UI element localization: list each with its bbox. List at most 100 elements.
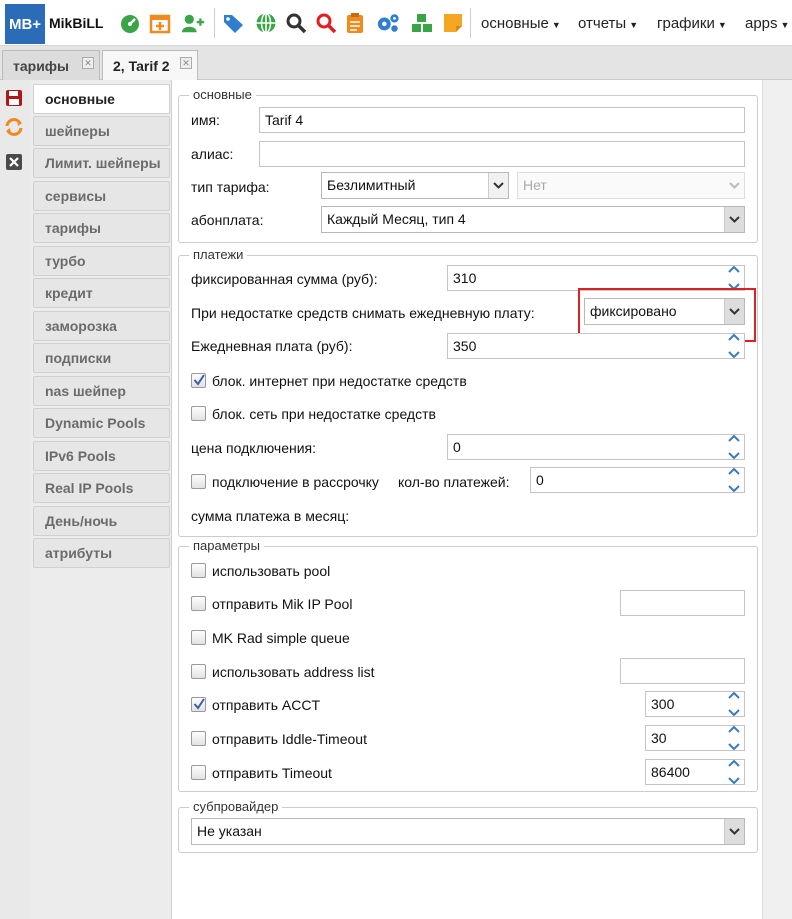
sidebar-item-shapers[interactable]: шейперы — [33, 116, 170, 146]
logo-badge[interactable]: MB+ — [5, 4, 45, 44]
block-internet-checkbox[interactable] — [191, 373, 206, 388]
timeout-checkbox[interactable] — [191, 765, 206, 780]
idle-timeout-checkbox[interactable] — [191, 731, 206, 746]
sidebar-item-real-ip-pools[interactable]: Real IP Pools — [33, 473, 170, 503]
sidebar-item-credit[interactable]: кредит — [33, 278, 170, 308]
menu-main[interactable]: основные ▼ — [481, 15, 561, 32]
sidebar-item-day-night[interactable]: День/ночь — [33, 506, 170, 536]
menu-apps[interactable]: apps ▼ — [745, 15, 789, 32]
gears-icon[interactable] — [376, 11, 400, 35]
sidebar-item-services[interactable]: сервисы — [33, 181, 170, 211]
block-net-checkbox[interactable] — [191, 406, 206, 421]
address-list-input[interactable] — [620, 658, 745, 684]
fee-label: абонплата: — [191, 212, 264, 228]
timeout-stepper[interactable] — [725, 759, 743, 785]
acct-label: отправить ACCT — [212, 697, 321, 713]
daily-fee-label: Ежедневная плата (руб): — [191, 338, 353, 354]
address-list-checkbox[interactable] — [191, 664, 206, 679]
clipboard-icon[interactable] — [343, 11, 367, 35]
installment-label: подключение в рассрочку — [212, 474, 379, 490]
connection-price-label: цена подключения: — [191, 440, 317, 456]
chevron-down-icon — [724, 207, 744, 232]
search-icon[interactable] — [284, 11, 308, 35]
sidebar-item-ipv6-pools[interactable]: IPv6 Pools — [33, 441, 170, 471]
save-icon[interactable] — [4, 88, 24, 108]
sidebar-item-nas-shaper[interactable]: nas шейпер — [33, 376, 170, 406]
scrollbar[interactable] — [762, 80, 792, 919]
sidebar-item-turbo[interactable]: турбо — [33, 246, 170, 276]
acct-stepper[interactable] — [725, 691, 743, 717]
use-pool-checkbox[interactable] — [191, 563, 206, 578]
tariff-type-value: Безлимитный — [327, 177, 416, 193]
connection-price-stepper[interactable] — [725, 434, 743, 460]
mk-rad-checkbox[interactable] — [191, 630, 206, 645]
mik-ip-pool-label: отправить Mik IP Pool — [212, 596, 353, 612]
acct-checkbox[interactable] — [191, 697, 206, 712]
spin-up-icon — [728, 333, 740, 341]
fixed-sum-label: фиксированная сумма (руб): — [191, 271, 378, 287]
globe-icon[interactable] — [254, 11, 278, 35]
daily-fee-input[interactable] — [447, 333, 745, 359]
refresh-icon[interactable] — [4, 117, 24, 137]
checkmark-icon — [193, 374, 205, 386]
payments-legend: платежи — [189, 247, 248, 262]
cubes-icon[interactable] — [410, 11, 434, 35]
spin-down-icon — [728, 485, 740, 493]
mk-rad-label: MK Rad simple queue — [212, 630, 350, 646]
menu-reports[interactable]: отчеты ▼ — [578, 15, 638, 32]
payments-count-input[interactable] — [530, 467, 745, 493]
payments-count-stepper[interactable] — [725, 467, 743, 493]
add-user-icon[interactable] — [181, 11, 205, 35]
mik-ip-pool-checkbox[interactable] — [191, 596, 206, 611]
tariff-type-select[interactable]: Безлимитный — [321, 172, 509, 199]
sidebar: основные шейперы Лимит. шейперы сервисы … — [30, 80, 172, 919]
sidebar-item-tariffs[interactable]: тарифы — [33, 213, 170, 243]
sidebar-item-dynamic-pools[interactable]: Dynamic Pools — [33, 408, 170, 438]
spin-up-icon — [728, 725, 740, 733]
spin-down-icon — [728, 709, 740, 717]
tab-bar: тарифы ✕ 2, Tarif 2 ✕ — [0, 46, 792, 81]
logo-text[interactable]: MikBiLL — [49, 15, 103, 31]
search-red-icon[interactable] — [314, 11, 338, 35]
tags-icon[interactable] — [222, 11, 246, 35]
subprovider-select[interactable]: Не указан — [191, 818, 745, 845]
sticky-note-icon[interactable] — [441, 11, 465, 35]
mik-ip-pool-input[interactable] — [620, 590, 745, 616]
daily-fee-stepper[interactable] — [725, 333, 743, 359]
delete-icon[interactable] — [4, 152, 24, 172]
calendar-add-icon[interactable] — [148, 11, 172, 35]
checkmark-icon — [193, 698, 205, 710]
tariff-type-extra-select: Нет — [517, 172, 745, 199]
installment-checkbox[interactable] — [191, 474, 206, 489]
spin-down-icon — [728, 452, 740, 460]
sidebar-item-limit-shapers[interactable]: Лимит. шейперы — [33, 148, 170, 178]
sidebar-item-attributes[interactable]: атрибуты — [33, 538, 170, 568]
sidebar-item-freeze[interactable]: заморозка — [33, 311, 170, 341]
fee-select[interactable]: Каждый Месяц, тип 4 — [321, 206, 745, 233]
chevron-down-icon — [724, 819, 744, 844]
subprovider-legend: субпровайдер — [189, 799, 283, 814]
fee-value: Каждый Месяц, тип 4 — [327, 211, 466, 227]
close-icon[interactable]: ✕ — [82, 57, 94, 69]
idle-timeout-stepper[interactable] — [725, 725, 743, 751]
alias-input[interactable] — [259, 141, 745, 167]
menu-apps-label: apps — [745, 15, 778, 32]
name-label: имя: — [191, 112, 220, 128]
name-input[interactable] — [259, 107, 745, 133]
dashboard-icon[interactable] — [118, 11, 142, 35]
menu-graphs[interactable]: графики ▼ — [657, 15, 727, 32]
monthly-sum-label: сумма платежа в месяц: — [191, 508, 350, 524]
tab-tarif-2[interactable]: 2, Tarif 2 ✕ — [102, 50, 198, 81]
sidebar-item-subscriptions[interactable]: подписки — [33, 343, 170, 373]
connection-price-input[interactable] — [447, 434, 745, 460]
chevron-down-icon — [724, 173, 744, 198]
sidebar-item-basic[interactable]: основные — [33, 84, 170, 114]
caret-down-icon: ▼ — [780, 20, 790, 30]
caret-down-icon: ▼ — [629, 20, 639, 30]
spin-up-icon — [728, 434, 740, 442]
payments-count-label: кол-во платежей: — [398, 474, 510, 490]
timeout-label: отправить Timeout — [212, 765, 332, 781]
address-list-label: использовать address list — [212, 664, 375, 680]
close-icon[interactable]: ✕ — [180, 57, 192, 69]
tab-tariffs[interactable]: тарифы ✕ — [2, 50, 100, 80]
